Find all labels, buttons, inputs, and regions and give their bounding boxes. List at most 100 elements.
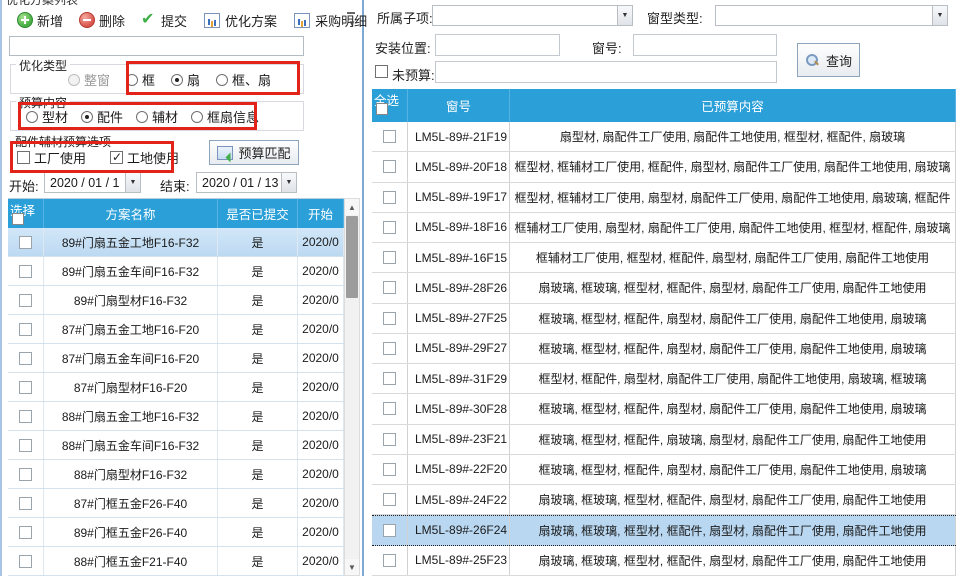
row-checkbox[interactable] — [383, 251, 396, 264]
select-all-checkbox[interactable] — [376, 103, 388, 115]
plan-name-column-header[interactable]: 方案名称 — [44, 199, 218, 228]
radio-option[interactable]: 辅材 — [136, 107, 178, 126]
add-button[interactable]: 新增 — [9, 7, 71, 34]
budget-table-row[interactable]: LM5L-89#-28F26扇玻璃, 框玻璃, 框型材, 框配件, 扇型材, 扇… — [372, 273, 956, 303]
budget-table-row[interactable]: LM5L-89#-21F19扇型材, 扇配件工厂使用, 扇配件工地使用, 框型材… — [372, 122, 956, 152]
plan-table-row[interactable]: 87#门扇五金工地F16-F20是2020/0 — [8, 315, 344, 344]
plan-name-cell: 88#门扇五金车间F16-F32 — [44, 431, 218, 459]
row-checkbox[interactable] — [383, 221, 396, 234]
start-date-picker[interactable]: 2020 / 01 / 1 ▼ — [44, 172, 141, 193]
radio-option[interactable]: 框 — [126, 70, 155, 89]
radio-option[interactable]: 框、扇 — [216, 70, 271, 89]
plan-table-row[interactable]: 87#门扇五金车间F16-F20是2020/0 — [8, 344, 344, 373]
checkbox-option[interactable]: 工厂使用 — [17, 148, 86, 167]
row-checkbox[interactable] — [19, 323, 32, 336]
chevron-down-icon[interactable]: ▼ — [281, 173, 296, 192]
chevron-down-icon[interactable]: ▼ — [932, 6, 947, 25]
budget-table-row[interactable]: LM5L-89#-26F24扇玻璃, 框玻璃, 框型材, 框配件, 扇型材, 扇… — [372, 515, 956, 545]
row-checkbox[interactable] — [19, 410, 32, 423]
select-all-checkbox[interactable] — [12, 213, 24, 225]
row-checkbox[interactable] — [19, 294, 32, 307]
row-checkbox[interactable] — [19, 236, 32, 249]
plan-table-scrollbar[interactable]: ▲ ▼ — [344, 198, 360, 576]
plan-table-row[interactable]: 88#门扇五金工地F16-F32是2020/0 — [8, 402, 344, 431]
sub-item-combobox[interactable]: ▼ — [432, 5, 633, 26]
budget-table-row[interactable]: LM5L-89#-22F20框玻璃, 框型材, 框配件, 扇型材, 扇配件工厂使… — [372, 455, 956, 485]
budget-table-row[interactable]: LM5L-89#-25F23扇玻璃, 框玻璃, 框型材, 框配件, 扇型材, 扇… — [372, 546, 956, 576]
row-checkbox[interactable] — [19, 526, 32, 539]
row-checkbox[interactable] — [19, 352, 32, 365]
row-checkbox[interactable] — [383, 463, 396, 476]
scrollbar-thumb[interactable] — [346, 216, 358, 298]
budget-table-row[interactable]: LM5L-89#-18F16框辅材工厂使用, 扇型材, 扇配件工厂使用, 扇配件… — [372, 213, 956, 243]
row-checkbox[interactable] — [383, 281, 396, 294]
budget-table-row[interactable]: LM5L-89#-24F22扇玻璃, 框玻璃, 框型材, 框配件, 扇型材, 扇… — [372, 485, 956, 515]
chevron-down-icon[interactable]: ▼ — [125, 173, 140, 192]
plan-table-row[interactable]: 87#门框五金F26-F40是2020/0 — [8, 489, 344, 518]
row-checkbox[interactable] — [383, 524, 396, 537]
row-checkbox[interactable] — [383, 130, 396, 143]
row-checkbox[interactable] — [383, 372, 396, 385]
row-checkbox[interactable] — [383, 160, 396, 173]
row-checkbox[interactable] — [383, 312, 396, 325]
plan-table-row[interactable]: 88#门框五金F21-F40是2020/0 — [8, 547, 344, 576]
submitted-column-header[interactable]: 是否已提交 — [218, 199, 298, 228]
budget-match-button[interactable]: 预算匹配 — [209, 140, 299, 165]
start-date-cell: 2020/0 — [298, 257, 344, 285]
row-checkbox[interactable] — [383, 554, 396, 567]
no-budget-checkbox[interactable] — [375, 65, 388, 78]
delete-button[interactable]: 删除 — [71, 7, 133, 34]
plan-table-row[interactable]: 88#门扇型材F16-F32是2020/0 — [8, 460, 344, 489]
submit-button[interactable]: ✔ 提交 — [133, 7, 195, 34]
plan-table-row[interactable]: 89#门扇型材F16-F32是2020/0 — [8, 286, 344, 315]
budget-table-row[interactable]: LM5L-89#-19F17框型材, 框辅材工厂使用, 扇型材, 扇配件工厂使用… — [372, 183, 956, 213]
plan-table-row[interactable]: 88#门扇五金车间F16-F32是2020/0 — [8, 431, 344, 460]
plan-table-row[interactable]: 89#门扇五金工地F16-F32是2020/0 — [8, 228, 344, 257]
budgeted-content-column-header[interactable]: 已预算内容 — [510, 89, 956, 122]
row-select-cell — [8, 315, 44, 343]
budget-table-row[interactable]: LM5L-89#-31F29框型材, 框配件, 扇型材, 扇配件工厂使用, 扇配… — [372, 364, 956, 394]
budget-table-row[interactable]: LM5L-89#-20F18框型材, 框辅材工厂使用, 框配件, 扇型材, 扇配… — [372, 152, 956, 182]
start-column-header[interactable]: 开始 — [298, 199, 344, 228]
budget-table-row[interactable]: LM5L-89#-27F25框玻璃, 框型材, 框配件, 扇型材, 扇配件工厂使… — [372, 304, 956, 334]
end-date-picker[interactable]: 2020 / 01 / 13 ▼ — [196, 172, 297, 193]
row-checkbox[interactable] — [19, 439, 32, 452]
row-checkbox[interactable] — [383, 191, 396, 204]
window-no-cell: LM5L-89#-29F27 — [408, 334, 510, 363]
radio-option[interactable]: 配件 — [81, 107, 123, 126]
row-checkbox[interactable] — [383, 493, 396, 506]
scroll-down-icon[interactable]: ▼ — [345, 559, 359, 575]
select-all-column-header[interactable]: 全选 — [372, 89, 408, 122]
radio-option[interactable]: 扇 — [171, 70, 200, 89]
checkbox-option[interactable]: 工地使用 — [110, 148, 179, 167]
row-checkbox[interactable] — [19, 468, 32, 481]
budget-table-row[interactable]: LM5L-89#-23F21框玻璃, 框型材, 框配件, 扇玻璃, 扇型材, 扇… — [372, 425, 956, 455]
window-type-combobox[interactable]: ▼ — [715, 5, 948, 26]
row-checkbox[interactable] — [383, 402, 396, 415]
toolbar-overflow-button[interactable]: ▼ — [344, 9, 358, 31]
budget-table-row[interactable]: LM5L-89#-29F27框玻璃, 框型材, 框配件, 扇型材, 扇配件工厂使… — [372, 334, 956, 364]
row-checkbox[interactable] — [19, 555, 32, 568]
no-budget-input[interactable] — [435, 61, 777, 83]
query-button[interactable]: 查询 — [797, 43, 860, 77]
row-checkbox[interactable] — [19, 497, 32, 510]
chevron-down-icon[interactable]: ▼ — [617, 6, 632, 25]
plan-filter-input[interactable] — [9, 36, 304, 56]
window-no-column-header[interactable]: 窗号 — [408, 89, 510, 122]
select-column-header[interactable]: 选择 — [8, 199, 44, 228]
plan-table-row[interactable]: 87#门扇型材F16-F20是2020/0 — [8, 373, 344, 402]
budget-table-row[interactable]: LM5L-89#-30F28框玻璃, 框型材, 框配件, 扇型材, 扇配件工厂使… — [372, 394, 956, 424]
scroll-up-icon[interactable]: ▲ — [345, 199, 359, 215]
plan-table-row[interactable]: 89#门框五金F26-F40是2020/0 — [8, 518, 344, 547]
optimize-plan-button[interactable]: 优化方案 — [195, 7, 285, 34]
install-position-input[interactable] — [435, 34, 560, 56]
radio-option[interactable]: 框扇信息 — [191, 107, 259, 126]
row-checkbox[interactable] — [383, 433, 396, 446]
budget-table-row[interactable]: LM5L-89#-16F15框辅材工厂使用, 框型材, 框配件, 扇型材, 扇配… — [372, 243, 956, 273]
row-select-cell — [8, 431, 44, 459]
row-checkbox[interactable] — [383, 342, 396, 355]
row-checkbox[interactable] — [19, 381, 32, 394]
row-checkbox[interactable] — [19, 265, 32, 278]
window-no-input[interactable] — [633, 34, 777, 56]
plan-table-row[interactable]: 89#门扇五金车间F16-F32是2020/0 — [8, 257, 344, 286]
